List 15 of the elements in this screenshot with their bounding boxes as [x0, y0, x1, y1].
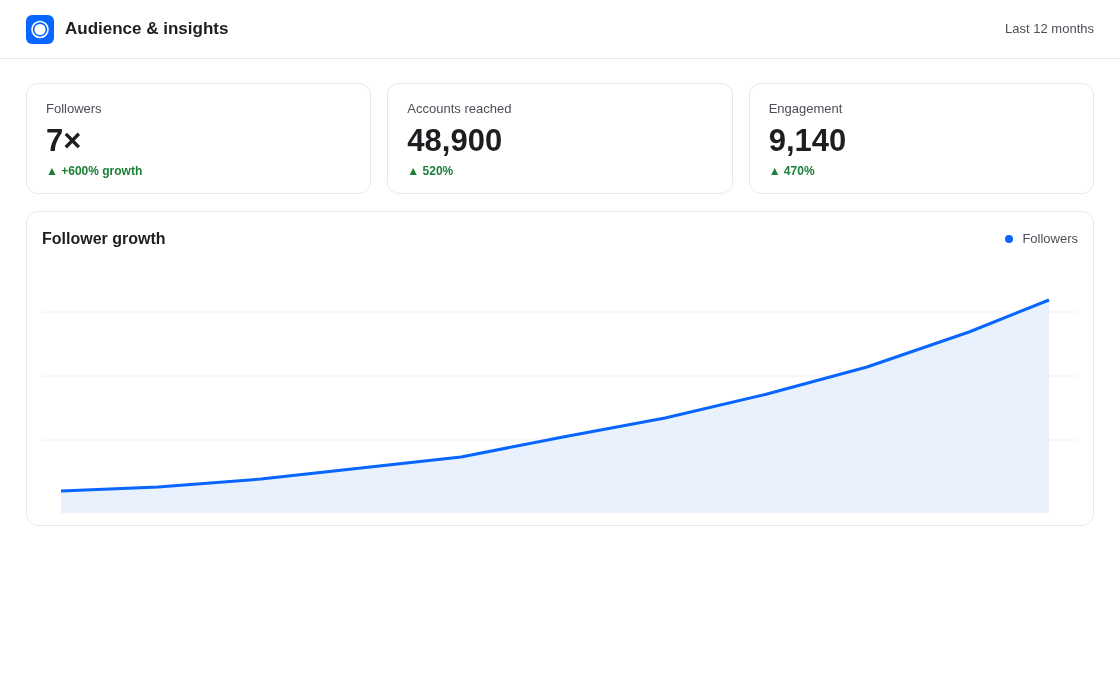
stat-value: 7×	[46, 123, 83, 159]
stat-label: Accounts reached	[407, 101, 513, 117]
stat-change: ▲ +600% growth	[46, 164, 144, 178]
legend-label: Followers	[1022, 230, 1078, 249]
stat-label: Followers	[46, 101, 103, 117]
stat-change: ▲ 470%	[768, 164, 816, 178]
legend-dot-icon	[1005, 235, 1014, 243]
stat-value: 48,900	[407, 123, 504, 159]
stat-value: 9,140	[768, 123, 848, 159]
chart-title: Follower growth	[42, 229, 166, 249]
page-title: Audience & insights	[65, 18, 229, 41]
period-label: Last 12 months	[1005, 20, 1094, 39]
ring-logo-icon	[26, 14, 54, 44]
stat-label: Engagement	[768, 101, 844, 117]
stat-change: ▲ 520%	[407, 164, 455, 178]
